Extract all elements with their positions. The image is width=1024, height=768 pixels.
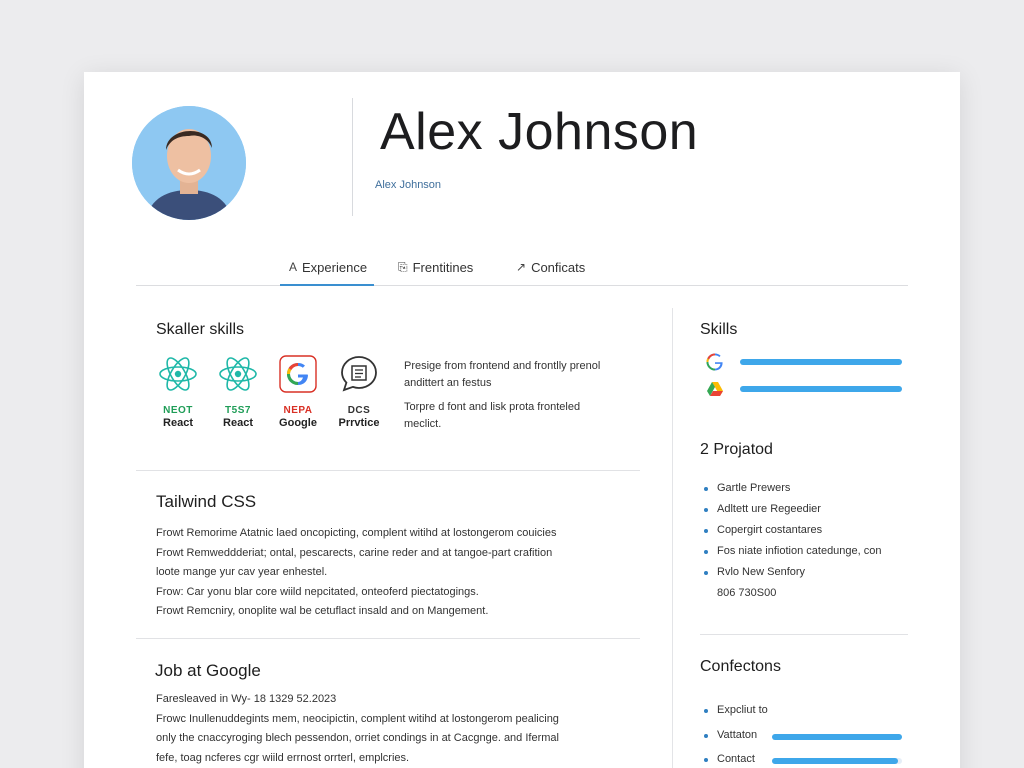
skill-level-fill <box>740 359 902 365</box>
skill-bar-drive <box>706 380 906 398</box>
column-divider <box>672 308 673 768</box>
tab-experience[interactable]: A Experience <box>280 260 374 286</box>
connection-bar-fill <box>772 734 902 740</box>
skill-tile-react-1[interactable]: NEOT React <box>150 354 206 429</box>
tab-conficats[interactable]: ↗ Conficats <box>516 260 585 286</box>
text-line: loote mange yur cav year enhestel. <box>156 566 328 578</box>
text-line: Frowt Remorime Atatnic laed oncopicting,… <box>156 527 557 539</box>
text-line: Faresleaved in Wy- 18 1329 52.2023 <box>156 693 337 705</box>
tab-bar: A Experience ⎘ Frentitines ↗ Conficats <box>136 248 908 286</box>
profile-name: Alex Johnson <box>380 103 699 161</box>
connection-bar <box>772 734 902 740</box>
connection-item[interactable]: Vattaton <box>702 729 902 753</box>
person-icon: A <box>289 260 298 274</box>
connection-bar-fill <box>772 758 899 764</box>
react-icon <box>219 357 257 391</box>
connection-label: Vattaton <box>717 729 758 741</box>
resume-card: Alex Johnson Alex Johnson A Experience ⎘… <box>84 72 960 768</box>
connections-list: Expcliut to Vattaton Contact <box>702 704 902 768</box>
text-line: only the cnaccyroging blech pessendon, o… <box>156 732 559 744</box>
tab-frentitines[interactable]: ⎘ Frentitines <box>398 260 473 286</box>
google-icon <box>706 353 723 371</box>
job-paragraph: Faresleaved in Wy- 18 1329 52.2023 Frowc… <box>156 690 636 768</box>
connections-title: Confectons <box>700 658 781 675</box>
skill-code: NEPA <box>283 405 313 416</box>
text-line: Frowc Inullenuddegints mem, neocipictin,… <box>156 712 559 725</box>
section-divider <box>136 638 640 639</box>
connection-item[interactable]: Expcliut to <box>702 704 768 729</box>
skill-label: Prrvtice <box>338 417 380 429</box>
link-icon: ↗ <box>516 260 527 274</box>
avatar-photo <box>132 106 246 220</box>
connection-label: Contact <box>717 753 755 765</box>
skills-desc-1b: andittert an festus <box>404 377 492 389</box>
list-item: Rvlo New Senfory <box>702 566 882 587</box>
connection-bar <box>772 758 902 764</box>
book-icon: ⎘ <box>398 260 408 274</box>
skill-code: NEOT <box>163 405 193 416</box>
projects-title: 2 Projatod <box>700 441 773 458</box>
list-item: Fos niate infiotion catedunge, con <box>702 545 882 566</box>
header-divider <box>352 98 353 216</box>
skills-desc-2a: Torpre d font and lisk prota fronteled <box>404 401 581 413</box>
skill-level-fill <box>740 386 902 392</box>
text-line: fefe, toag ncferes cgr wiild errnost orr… <box>156 751 410 764</box>
skill-label: React <box>163 417 193 429</box>
skill-tile-practice[interactable]: DCS Prrvtice <box>331 354 387 429</box>
drive-icon <box>707 382 723 396</box>
tab-label: Frentitines <box>412 260 474 275</box>
skills-desc-1a: Presige from frontend and frontlly preno… <box>404 360 601 372</box>
skill-level-bar <box>740 386 902 392</box>
skill-code: DCS <box>347 405 371 416</box>
skill-label: React <box>223 417 253 429</box>
react-icon <box>159 357 197 391</box>
projects-list: Gartle Prewers Adltett ure Regeedier Cop… <box>702 482 882 608</box>
text-line: Frow: Car yonu blar core wiild nepcitate… <box>156 585 479 598</box>
tab-label: Conficats <box>531 260 586 275</box>
avatar <box>132 106 246 220</box>
section-divider <box>700 634 908 635</box>
skill-code: T5S7 <box>225 405 251 416</box>
list-item: 806 730S00 <box>717 587 777 599</box>
section-divider <box>136 470 640 471</box>
skills-desc-2b: meclict. <box>404 418 442 430</box>
google-icon <box>279 355 317 393</box>
job-section-title: Job at Google <box>155 661 261 680</box>
tab-label: Experience <box>302 260 368 275</box>
profile-subtitle: Alex Johnson <box>375 179 442 191</box>
tailwind-paragraph: Frowt Remorime Atatnic laed oncopicting,… <box>156 524 636 622</box>
skill-tile-react-2[interactable]: T5S7 React <box>210 354 266 429</box>
skill-bar-google <box>706 353 906 371</box>
right-skills-title: Skills <box>700 321 738 338</box>
text-line: Frowt Remweddderiat; ontal, pescarects, … <box>156 546 553 559</box>
list-item: Gartle Prewers <box>702 482 882 503</box>
skill-label: Google <box>279 417 317 429</box>
connection-label: Expcliut to <box>717 704 768 716</box>
text-line: Frowt Remcniry, onoplite wal be cetuflac… <box>156 605 489 617</box>
tailwind-section-title: Tailwind CSS <box>156 492 257 511</box>
list-item: Adltett ure Regeedier <box>702 503 882 524</box>
skill-level-bar <box>740 359 902 365</box>
connection-item[interactable]: Contact <box>702 753 902 768</box>
skills-section-title: Skaller skills <box>156 321 245 338</box>
skill-tile-google[interactable]: NEPA Google <box>270 354 326 429</box>
chat-icon <box>341 356 377 392</box>
list-item: Copergirt costantares <box>702 524 882 545</box>
